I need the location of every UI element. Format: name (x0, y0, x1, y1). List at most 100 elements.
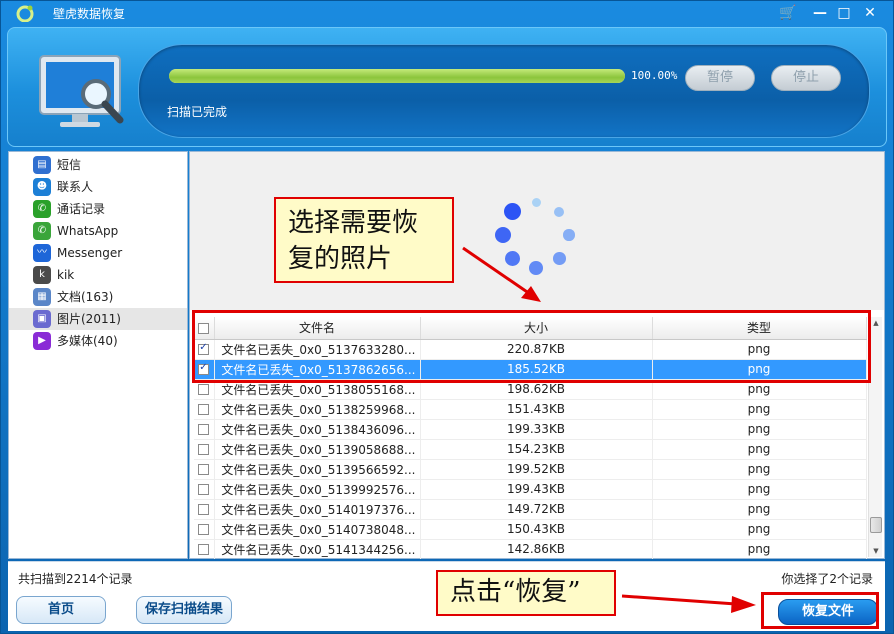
callout-click-recover: 点击“恢复” (436, 570, 616, 616)
sidebar-item[interactable]: ▦ 文档(163) (9, 286, 187, 308)
sidebar-item-label: 通话记录 (57, 202, 106, 216)
column-header-name[interactable]: 文件名 (214, 317, 421, 340)
home-button[interactable]: 首页 (16, 596, 106, 624)
sidebar-item[interactable]: ☻ 联系人 (9, 176, 187, 198)
total-records-text: 共扫描到2214个记录 (18, 572, 133, 586)
spinner-dot (563, 229, 575, 241)
row-checkbox[interactable] (194, 419, 215, 440)
sidebar-item[interactable]: ▶ 多媒体(40) (9, 330, 187, 352)
media-icon: ▶ (33, 332, 51, 350)
file-size-cell: 199.52KB (420, 459, 653, 480)
row-checkbox[interactable] (194, 459, 215, 480)
maximize-button[interactable]: □ (833, 3, 855, 23)
select-all-checkbox[interactable] (194, 317, 215, 340)
row-checkbox[interactable] (194, 359, 215, 380)
file-size-cell: 142.86KB (420, 539, 653, 559)
row-checkbox[interactable] (194, 379, 215, 400)
sidebar-item[interactable]: ▣ 图片(2011) (9, 308, 187, 330)
file-size-cell: 154.23KB (420, 439, 653, 460)
table-row[interactable]: 文件名已丢失_0x0_5139058688... 154.23KB png (194, 439, 867, 460)
spinner-dot (553, 252, 566, 265)
table-row[interactable]: 文件名已丢失_0x0_5140197376... 149.72KB png (194, 499, 867, 520)
loading-spinner-icon (490, 190, 585, 280)
scroll-down-icon[interactable]: ▼ (869, 545, 883, 557)
gecko-logo-icon (16, 5, 34, 22)
scroll-thumb[interactable] (870, 517, 882, 533)
column-header-size[interactable]: 大小 (420, 317, 653, 340)
row-checkbox[interactable] (194, 499, 215, 520)
sms-icon: ▤ (33, 156, 51, 174)
scroll-up-icon[interactable]: ▲ (869, 317, 883, 329)
cart-icon[interactable]: 🛒 (777, 3, 799, 23)
spinner-dot (494, 226, 512, 244)
vertical-scrollbar[interactable]: ▲ ▼ (868, 317, 882, 557)
table-row[interactable]: 文件名已丢失_0x0_5138259968... 151.43KB png (194, 399, 867, 420)
minimize-button[interactable]: — (809, 3, 831, 23)
category-sidebar: ▤ 短信 ☻ 联系人 ✆ 通话记录 ✆ WhatsApp 〰 Messenger k kik ▦ 文档(1… (8, 151, 188, 559)
row-checkbox[interactable] (194, 439, 215, 460)
file-name-cell: 文件名已丢失_0x0_5141344256... (214, 539, 421, 559)
file-size-cell: 150.43KB (420, 519, 653, 540)
sidebar-item-label: 文档(163) (57, 290, 114, 304)
title-bar: 壁虎数据恢复 🛒 — □ ✕ (1, 1, 893, 25)
file-name-cell: 文件名已丢失_0x0_5139992576... (214, 479, 421, 500)
file-size-cell: 199.43KB (420, 479, 653, 500)
sidebar-item[interactable]: k kik (9, 264, 187, 286)
sidebar-item[interactable]: ▤ 短信 (9, 154, 187, 176)
pause-button[interactable]: 暂停 (685, 65, 755, 91)
sidebar-item-label: WhatsApp (57, 224, 119, 238)
progress-bar (169, 69, 625, 83)
contacts-icon: ☻ (33, 178, 51, 196)
column-header-type[interactable]: 类型 (652, 317, 867, 340)
row-checkbox[interactable] (194, 339, 215, 360)
whatsapp-icon: ✆ (33, 222, 51, 240)
sidebar-item[interactable]: ✆ 通话记录 (9, 198, 187, 220)
file-size-cell: 198.62KB (420, 379, 653, 400)
file-type-cell: png (652, 359, 867, 380)
file-name-cell: 文件名已丢失_0x0_5139058688... (214, 439, 421, 460)
stop-button[interactable]: 停止 (771, 65, 841, 91)
table-row[interactable]: 文件名已丢失_0x0_5137633280...220.87KBpng (194, 339, 867, 360)
file-table: 文件名 大小 类型 文件名已丢失_0x0_5137633280...220.87… (194, 317, 867, 559)
callout-select-photos: 选择需要恢复的照片 (274, 197, 454, 283)
file-type-cell: png (652, 519, 867, 540)
spinner-dot (503, 202, 522, 221)
file-type-cell: png (652, 539, 867, 559)
sidebar-item[interactable]: ✆ WhatsApp (9, 220, 187, 242)
sidebar-item-label: 联系人 (57, 180, 94, 194)
save-scan-results-button[interactable]: 保存扫描结果 (136, 596, 232, 624)
file-type-cell: png (652, 459, 867, 480)
table-row[interactable]: 文件名已丢失_0x0_5139992576... 199.43KB png (194, 479, 867, 500)
table-row[interactable]: 文件名已丢失_0x0_5141344256... 142.86KB png (194, 539, 867, 559)
progress-panel: 100.00% 暂停 停止 扫描已完成 (138, 44, 870, 138)
selected-records-text: 你选择了2个记录 (781, 572, 873, 586)
row-checkbox[interactable] (194, 519, 215, 540)
file-type-cell: png (652, 339, 867, 360)
table-row[interactable]: 文件名已丢失_0x0_5139566592... 199.52KB png (194, 459, 867, 480)
sidebar-item-label: Messenger (57, 246, 123, 260)
file-name-cell: 文件名已丢失_0x0_5137862656... (214, 359, 421, 380)
progress-percent: 100.00% (631, 69, 678, 82)
sidebar-item-label: 多媒体(40) (57, 334, 118, 348)
sidebar-item[interactable]: 〰 Messenger (9, 242, 187, 264)
row-checkbox[interactable] (194, 399, 215, 420)
file-name-cell: 文件名已丢失_0x0_5138436096... (214, 419, 421, 440)
scan-status: 扫描已完成 (167, 105, 228, 119)
recover-files-button[interactable]: 恢复文件 (778, 599, 878, 625)
file-type-cell: png (652, 419, 867, 440)
close-button[interactable]: ✕ (859, 3, 881, 23)
file-name-cell: 文件名已丢失_0x0_5140738048... (214, 519, 421, 540)
file-type-cell: png (652, 499, 867, 520)
kik-icon: k (33, 266, 51, 284)
file-type-cell: png (652, 479, 867, 500)
table-row[interactable]: 文件名已丢失_0x0_5137862656...185.52KBpng (194, 359, 867, 380)
sidebar-item-label: kik (57, 268, 75, 282)
table-row[interactable]: 文件名已丢失_0x0_5138055168... 198.62KB png (194, 379, 867, 400)
row-checkbox[interactable] (194, 479, 215, 500)
file-name-cell: 文件名已丢失_0x0_5139566592... (214, 459, 421, 480)
table-row[interactable]: 文件名已丢失_0x0_5138436096... 199.33KB png (194, 419, 867, 440)
window-title: 壁虎数据恢复 (53, 7, 126, 21)
spinner-dot (554, 206, 565, 217)
row-checkbox[interactable] (194, 539, 215, 559)
table-row[interactable]: 文件名已丢失_0x0_5140738048... 150.43KB png (194, 519, 867, 540)
